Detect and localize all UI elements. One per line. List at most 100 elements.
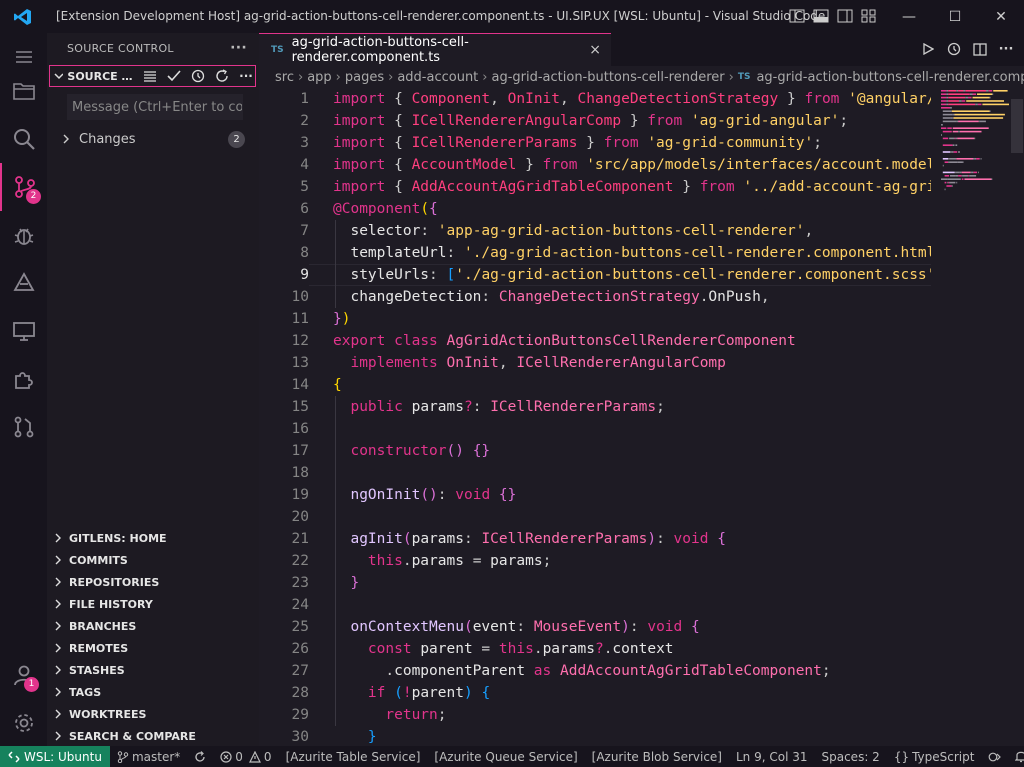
minimap-token: [947, 127, 952, 129]
editor-scrollbar[interactable]: [1011, 99, 1023, 153]
sidebar-section[interactable]: WORKTREES: [47, 703, 259, 725]
language-mode[interactable]: {} TypeScript: [887, 746, 982, 767]
sidebar-section[interactable]: FILE HISTORY: [47, 593, 259, 615]
search-icon[interactable]: [0, 115, 47, 163]
feedback-icon[interactable]: [981, 746, 1008, 767]
code-line[interactable]: import { AccountModel } from 'src/app/mo…: [333, 154, 931, 176]
sidebar-section[interactable]: REMOTES: [47, 637, 259, 659]
history-icon[interactable]: [189, 67, 207, 85]
sidebar-section[interactable]: REPOSITORIES: [47, 571, 259, 593]
maximize-button[interactable]: ☐: [932, 0, 978, 33]
tab-active-file[interactable]: TS ag-grid-action-buttons-cell-renderer.…: [259, 33, 611, 66]
sidebar-section[interactable]: TAGS: [47, 681, 259, 703]
code-line[interactable]: public params?: ICellRendererParams;: [333, 396, 664, 418]
code-line[interactable]: this.params = params;: [333, 550, 551, 572]
remote-monitor-icon[interactable]: [0, 307, 47, 355]
code-line[interactable]: import { ICellRendererAngularComp } from…: [333, 110, 848, 132]
run-icon[interactable]: [920, 40, 936, 58]
code-line[interactable]: templateUrl: './ag-grid-action-buttons-c…: [333, 242, 931, 264]
code-line[interactable]: export class AgGridActionButtonsCellRend…: [333, 330, 796, 352]
code-line[interactable]: }: [333, 726, 377, 746]
indentation[interactable]: Spaces: 2: [815, 746, 887, 767]
commit-check-icon[interactable]: [165, 67, 183, 85]
minimap-token: [952, 130, 959, 133]
extensions-icon[interactable]: [0, 355, 47, 403]
minimap-token: [954, 113, 1005, 116]
code-line[interactable]: implements OnInit, ICellRendererAngularC…: [333, 352, 725, 374]
minimap-token: [941, 103, 947, 106]
remote-indicator[interactable]: WSL: Ubuntu: [0, 746, 110, 767]
remote-icon: [8, 750, 20, 763]
run-debug-icon[interactable]: [0, 211, 47, 259]
code-line[interactable]: styleUrls: ['./ag-grid-action-buttons-ce…: [333, 264, 931, 286]
code-line[interactable]: constructor() {}: [333, 440, 490, 462]
code-line[interactable]: const parent = this.params?.context: [333, 638, 674, 660]
code-line[interactable]: {: [333, 374, 342, 396]
code-line[interactable]: ngOnInit(): void {}: [333, 484, 516, 506]
breadcrumb-item[interactable]: src: [275, 70, 294, 85]
explorer-icon[interactable]: [0, 67, 47, 115]
azurite-blob-service[interactable]: [Azurite Blob Service]: [585, 746, 729, 767]
breadcrumb-item[interactable]: pages: [345, 70, 384, 85]
close-button[interactable]: ✕: [978, 0, 1024, 33]
close-tab-icon[interactable]: ×: [589, 42, 601, 58]
customize-layout-icon[interactable]: [860, 7, 878, 25]
minimize-button[interactable]: —: [886, 0, 932, 33]
code-line[interactable]: import { ICellRendererParams } from 'ag-…: [333, 132, 822, 154]
branch-indicator[interactable]: master*: [110, 746, 187, 767]
notifications-bell-icon[interactable]: [1008, 746, 1024, 767]
scm-repository-row[interactable]: SOURCE CONTROL ···: [49, 65, 256, 87]
code-line[interactable]: }): [333, 308, 350, 330]
sync-icon[interactable]: [187, 746, 213, 767]
code-editor[interactable]: 1 import { Component, OnInit, ChangeDetec…: [259, 88, 931, 746]
code-line[interactable]: @Component({: [333, 198, 438, 220]
code-line[interactable]: import { AddAccountAgGridTableComponent …: [333, 176, 931, 198]
code-line[interactable]: .componentParent as AddAccountAgGridTabl…: [333, 660, 830, 682]
timeline-history-icon[interactable]: [946, 40, 962, 58]
breadcrumb-item[interactable]: app: [307, 70, 331, 85]
changes-group[interactable]: Changes 2: [47, 128, 259, 150]
toggle-primary-sidebar-icon[interactable]: [788, 7, 806, 25]
minimap-token: [944, 161, 949, 163]
minimap-token: [956, 90, 959, 92]
sidebar-section[interactable]: SEARCH & COMPARE: [47, 725, 259, 746]
split-editor-icon[interactable]: [972, 40, 988, 58]
minimap[interactable]: [935, 88, 1015, 198]
code-line[interactable]: agInit(params: ICellRendererParams): voi…: [333, 528, 725, 550]
breadcrumb-item[interactable]: ag-grid-action-buttons-cell-renderer: [491, 70, 724, 85]
code-line[interactable]: onContextMenu(event: MouseEvent): void {: [333, 616, 699, 638]
sidebar-section[interactable]: GITLENS: HOME: [47, 527, 259, 549]
scm-more-icon[interactable]: ···: [237, 67, 255, 85]
toggle-secondary-sidebar-icon[interactable]: [836, 7, 854, 25]
source-control-icon[interactable]: 2: [0, 163, 47, 211]
breadcrumb-file[interactable]: ag-grid-action-buttons-cell-renderer.com…: [756, 70, 1024, 85]
editor-more-icon[interactable]: ···: [998, 40, 1014, 58]
minimap-token: [952, 113, 955, 116]
code-line[interactable]: return;: [333, 704, 446, 726]
problems-indicator[interactable]: 0 0: [213, 746, 278, 767]
remote-explorer-icon[interactable]: [0, 259, 47, 307]
sidebar-section[interactable]: STASHES: [47, 659, 259, 681]
more-actions-icon[interactable]: ···: [230, 40, 247, 56]
code-line[interactable]: }: [333, 572, 359, 594]
view-as-list-icon[interactable]: [141, 67, 159, 85]
azurite-table-service[interactable]: [Azurite Table Service]: [279, 746, 428, 767]
code-line[interactable]: import { Component, OnInit, ChangeDetect…: [333, 88, 931, 110]
code-line[interactable]: if (!parent) {: [333, 682, 490, 704]
breadcrumb-item[interactable]: add-account: [397, 70, 478, 85]
sidebar-section[interactable]: COMMITS: [47, 549, 259, 571]
accounts-icon[interactable]: 1: [0, 651, 47, 699]
refresh-icon[interactable]: [213, 67, 231, 85]
pull-requests-icon[interactable]: [0, 403, 47, 451]
code-line[interactable]: changeDetection: ChangeDetectionStrategy…: [333, 286, 769, 308]
changes-label: Changes: [79, 131, 136, 147]
line-number: 21: [291, 531, 309, 547]
code-line[interactable]: selector: 'app-ag-grid-action-buttons-ce…: [333, 220, 813, 242]
azurite-queue-service[interactable]: [Azurite Queue Service]: [427, 746, 584, 767]
commit-message-input[interactable]: Message (Ctrl+Enter to commit on 'master…: [67, 94, 243, 120]
sidebar-section[interactable]: BRANCHES: [47, 615, 259, 637]
toggle-panel-icon[interactable]: [812, 7, 830, 25]
settings-gear-icon[interactable]: [0, 699, 47, 747]
minimap-token: [942, 137, 949, 140]
cursor-position[interactable]: Ln 9, Col 31: [729, 746, 815, 767]
